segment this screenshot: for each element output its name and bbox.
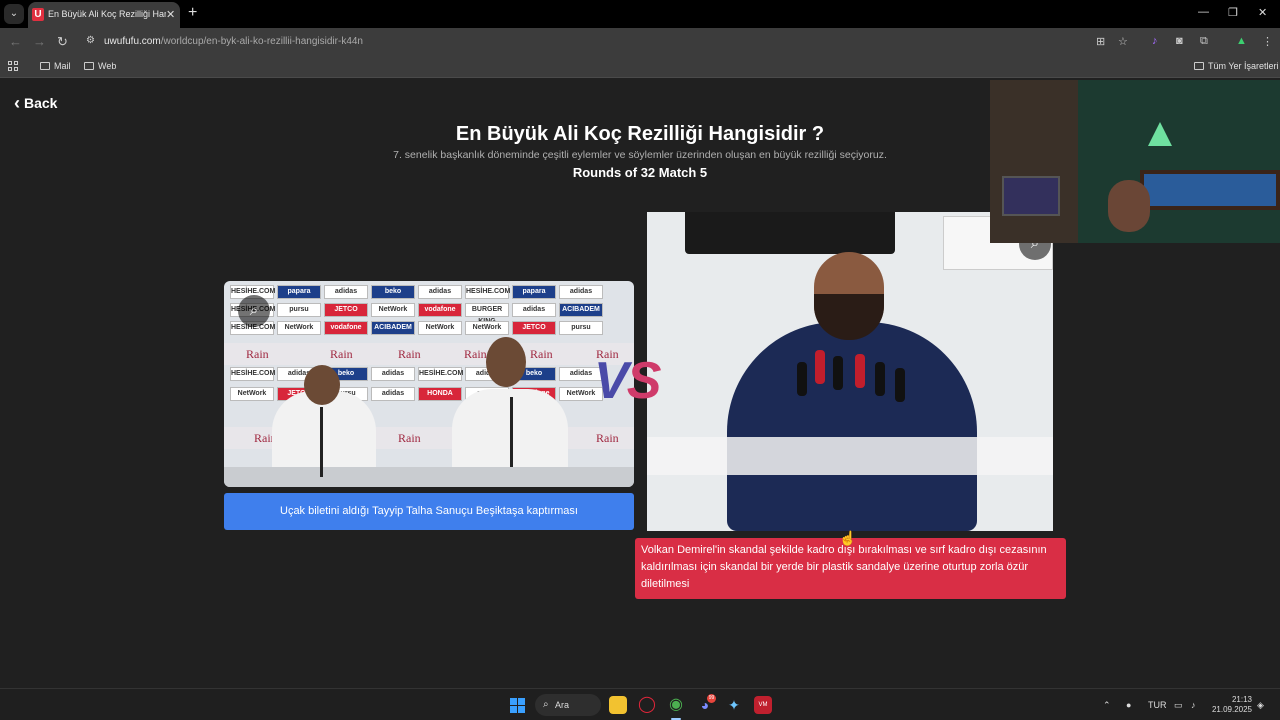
man-jacket [727, 322, 977, 531]
streamer [1108, 180, 1150, 232]
folder-icon [40, 62, 50, 70]
camera-extension-icon[interactable]: ◙ [1176, 35, 1183, 47]
pool-table [1140, 170, 1280, 210]
close-tab-icon[interactable]: ✕ [166, 8, 175, 21]
tab-title: En Büyük Ali Koç Rezilliği Hangisidir [48, 9, 166, 19]
bookmark-mail[interactable]: Mail [40, 61, 71, 71]
microphone [875, 362, 885, 396]
sponsor-row: HESİHE.COM NetWork vodafone ACIBADEM Net… [224, 321, 634, 339]
rain-banner: Rain Rain Rain Rain Rain Rain [224, 343, 634, 365]
left-person-head [304, 365, 340, 405]
opera-icon[interactable]: ◯ [638, 696, 656, 714]
browser-toolbar: ← → ↻ ⚙ uwufufu.com/worldcup/en-byk-ali-… [0, 28, 1280, 56]
file-explorer-icon[interactable] [609, 696, 627, 714]
sponsor-row: HESİHE.COM pursu JETCO NetWork vodafone … [224, 303, 634, 325]
notification-icon[interactable]: ◈ [1257, 700, 1264, 711]
left-choice-button[interactable]: Uçak biletini aldığı Tayyip Talha Sanuçu… [224, 493, 634, 530]
chevron-left-icon: ‹ [14, 93, 20, 113]
extensions-puzzle-icon[interactable]: ⧉ [1200, 35, 1208, 48]
vpn-icon[interactable]: ✦ [725, 696, 743, 714]
sponsor-row: HESİHE.COM papara adidas beko adidas HES… [224, 285, 634, 303]
microphone [895, 368, 905, 402]
tab-favicon: U [32, 8, 44, 21]
active-tab[interactable]: U En Büyük Ali Koç Rezilliği Hangisidir … [28, 2, 180, 28]
url-text: uwufufu.com/worldcup/en-byk-ali-ko-rezil… [104, 36, 363, 47]
network-icon[interactable]: ▭ [1174, 700, 1183, 711]
extension-purple-icon[interactable]: ♪ [1152, 35, 1158, 47]
translate-icon[interactable]: ⊞ [1096, 35, 1105, 48]
wall-tv [685, 212, 895, 254]
microphone [815, 350, 825, 384]
left-choice-image[interactable]: HESİHE.COM papara adidas beko adidas HES… [224, 281, 634, 487]
neon-triangle [1148, 122, 1172, 146]
webcam-wall [990, 80, 1078, 243]
right-person-head [486, 337, 526, 387]
sponsor-row: HESİHE.COM adidas beko adidas HESİHE.COM… [224, 367, 634, 385]
clock[interactable]: 21:13 21.09.2025 [1206, 695, 1252, 715]
vs-label: VS [594, 352, 661, 410]
tab-search-chevron-icon[interactable]: ⌄ [4, 4, 24, 24]
new-tab-icon[interactable]: + [188, 4, 197, 22]
back-button[interactable]: ‹ Back [14, 93, 57, 114]
apps-grid-icon[interactable] [8, 61, 18, 71]
restore-icon[interactable]: ❐ [1228, 6, 1238, 19]
voicemeeter-icon[interactable]: VM [754, 696, 772, 714]
microphone [797, 362, 807, 396]
right-choice-image[interactable] [647, 212, 1053, 531]
webcam-overlay [990, 80, 1280, 243]
discord-badge: 99 [707, 694, 716, 703]
bookmark-web[interactable]: Web [84, 61, 116, 71]
close-window-icon[interactable]: ✕ [1258, 6, 1267, 19]
volume-icon[interactable]: ♪ [1191, 700, 1196, 710]
profile-icon[interactable]: ▲ [1236, 35, 1247, 47]
microphone-icon[interactable]: ● [1126, 700, 1131, 710]
search-icon: ⌕ [543, 699, 549, 710]
folder-icon [1194, 62, 1204, 70]
right-choice-button[interactable]: Volkan Demirel'in skandal şekilde kadro … [635, 538, 1066, 599]
bookmark-star-icon[interactable]: ☆ [1118, 35, 1128, 48]
minimize-icon[interactable]: — [1198, 6, 1209, 18]
zoom-left-icon[interactable]: ⌕ [238, 295, 270, 327]
microphone [833, 356, 843, 390]
bookmarks-bar: Mail Web Tüm Yer İşaretleri [0, 56, 1280, 78]
desk [647, 437, 1053, 475]
forward-arrow-icon[interactable]: → [33, 34, 46, 49]
tray-chevron-icon[interactable]: ⌃ [1103, 700, 1111, 711]
all-bookmarks[interactable]: Tüm Yer İşaretleri [1194, 61, 1279, 71]
webcam-monitor [1002, 176, 1060, 216]
press-table [224, 467, 634, 487]
site-info-icon[interactable]: ⚙ [86, 35, 95, 46]
microphone [510, 397, 513, 467]
hand-cursor-icon: ☝ [839, 530, 857, 546]
taskbar-search[interactable]: ⌕ Ara [535, 694, 601, 716]
address-bar[interactable]: ⚙ uwufufu.com/worldcup/en-byk-ali-ko-rez… [80, 31, 1140, 53]
windows-taskbar: ⌕ Ara ◯ ◉ ◕ 99 ✦ VM ⌃ ● TUR ▭ ♪ 21:13 21.0… [0, 688, 1280, 720]
menu-kebab-icon[interactable]: ⋮ [1262, 35, 1273, 48]
reload-icon[interactable]: ↻ [57, 34, 68, 50]
windows-start-icon[interactable] [510, 698, 525, 713]
back-arrow-icon[interactable]: ← [9, 34, 22, 49]
folder-icon [84, 62, 94, 70]
chrome-icon[interactable]: ◉ [667, 696, 685, 714]
microphone [855, 354, 865, 388]
tab-strip: ⌄ U En Büyük Ali Koç Rezilliği Hangisidi… [0, 0, 1280, 28]
microphone [320, 407, 323, 477]
language-indicator[interactable]: TUR [1148, 700, 1167, 710]
